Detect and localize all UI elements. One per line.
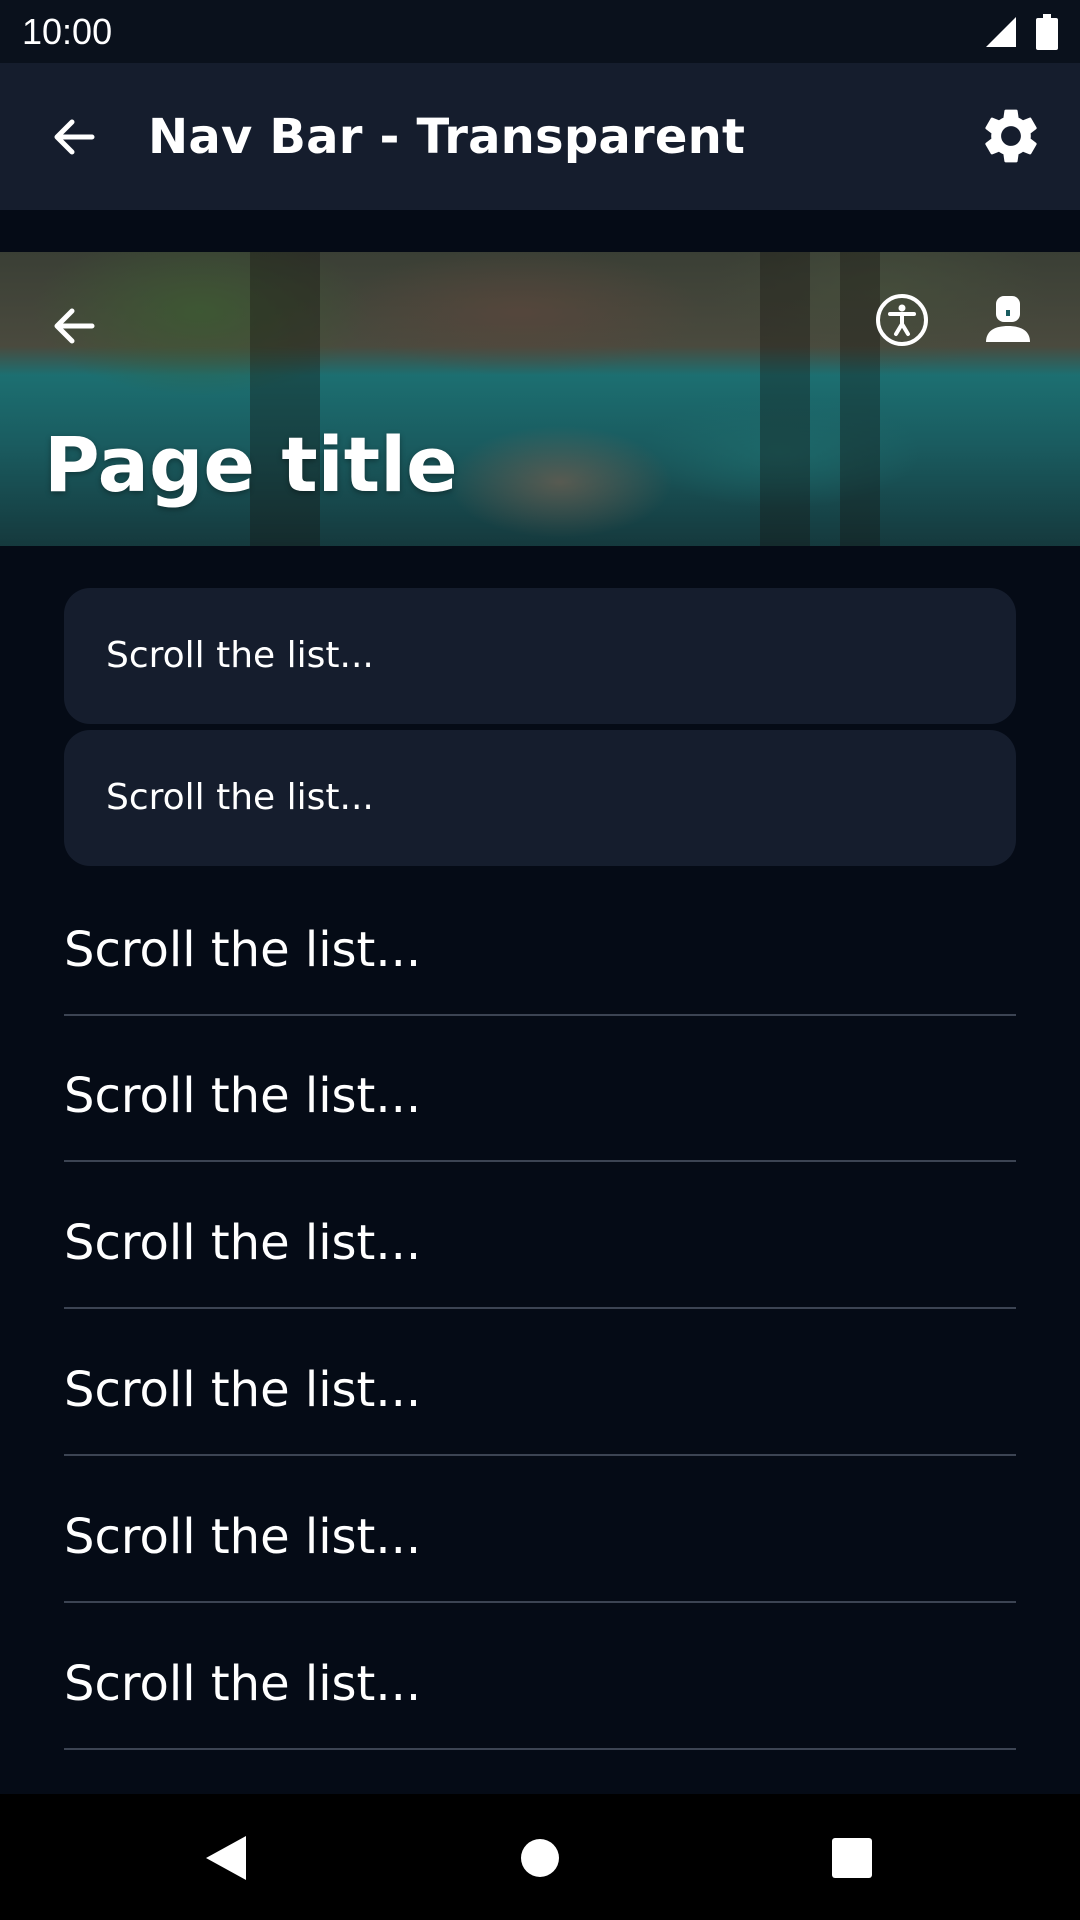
back-arrow-icon[interactable] (44, 296, 104, 356)
home-circle-icon[interactable] (512, 1830, 568, 1886)
recents-square-icon[interactable] (824, 1830, 880, 1886)
list-card-item[interactable]: Scroll the list... (64, 730, 1016, 866)
battery-icon (1036, 14, 1058, 50)
user-icon[interactable] (980, 292, 1036, 348)
list-item-label: Scroll the list... (106, 777, 374, 818)
list-item-label: Scroll the list... (64, 922, 422, 978)
list-item[interactable]: Scroll the list... (64, 870, 1016, 1016)
list-item-label: Scroll the list... (64, 1509, 422, 1565)
list-item[interactable]: Scroll the list... (64, 1604, 1016, 1750)
list-card-item[interactable]: Scroll the list... (64, 588, 1016, 724)
status-time: 10:00 (22, 11, 113, 52)
screen: 10:00 Nav Bar - Transparent Page title S… (0, 0, 1080, 1920)
back-arrow-icon[interactable] (44, 107, 104, 167)
list-item-label: Scroll the list... (64, 1068, 422, 1124)
app-bar-title: Nav Bar - Transparent (148, 109, 746, 165)
app-bar: Nav Bar - Transparent (0, 63, 1080, 210)
status-bar: 10:00 (0, 0, 1080, 63)
list-item-label: Scroll the list... (64, 1656, 422, 1712)
hero-header: Page title (0, 252, 1080, 546)
list-item[interactable]: Scroll the list... (64, 1016, 1016, 1162)
accessibility-icon[interactable] (874, 292, 930, 348)
list-item[interactable]: Scroll the list... (64, 1310, 1016, 1456)
list-item-label: Scroll the list... (64, 1362, 422, 1418)
list-item-label: Scroll the list... (64, 1215, 422, 1271)
list-item[interactable]: Scroll the list... (64, 1163, 1016, 1309)
status-icons (984, 12, 1058, 52)
list-item-label: Scroll the list... (106, 635, 374, 676)
gear-icon[interactable] (978, 103, 1044, 169)
list-item[interactable]: Scroll the list... (64, 1457, 1016, 1603)
hero-image-detail (760, 252, 810, 546)
system-nav-bar (0, 1794, 1080, 1920)
back-triangle-icon[interactable] (198, 1830, 254, 1886)
signal-icon (986, 17, 1016, 47)
page-title: Page title (44, 420, 458, 509)
